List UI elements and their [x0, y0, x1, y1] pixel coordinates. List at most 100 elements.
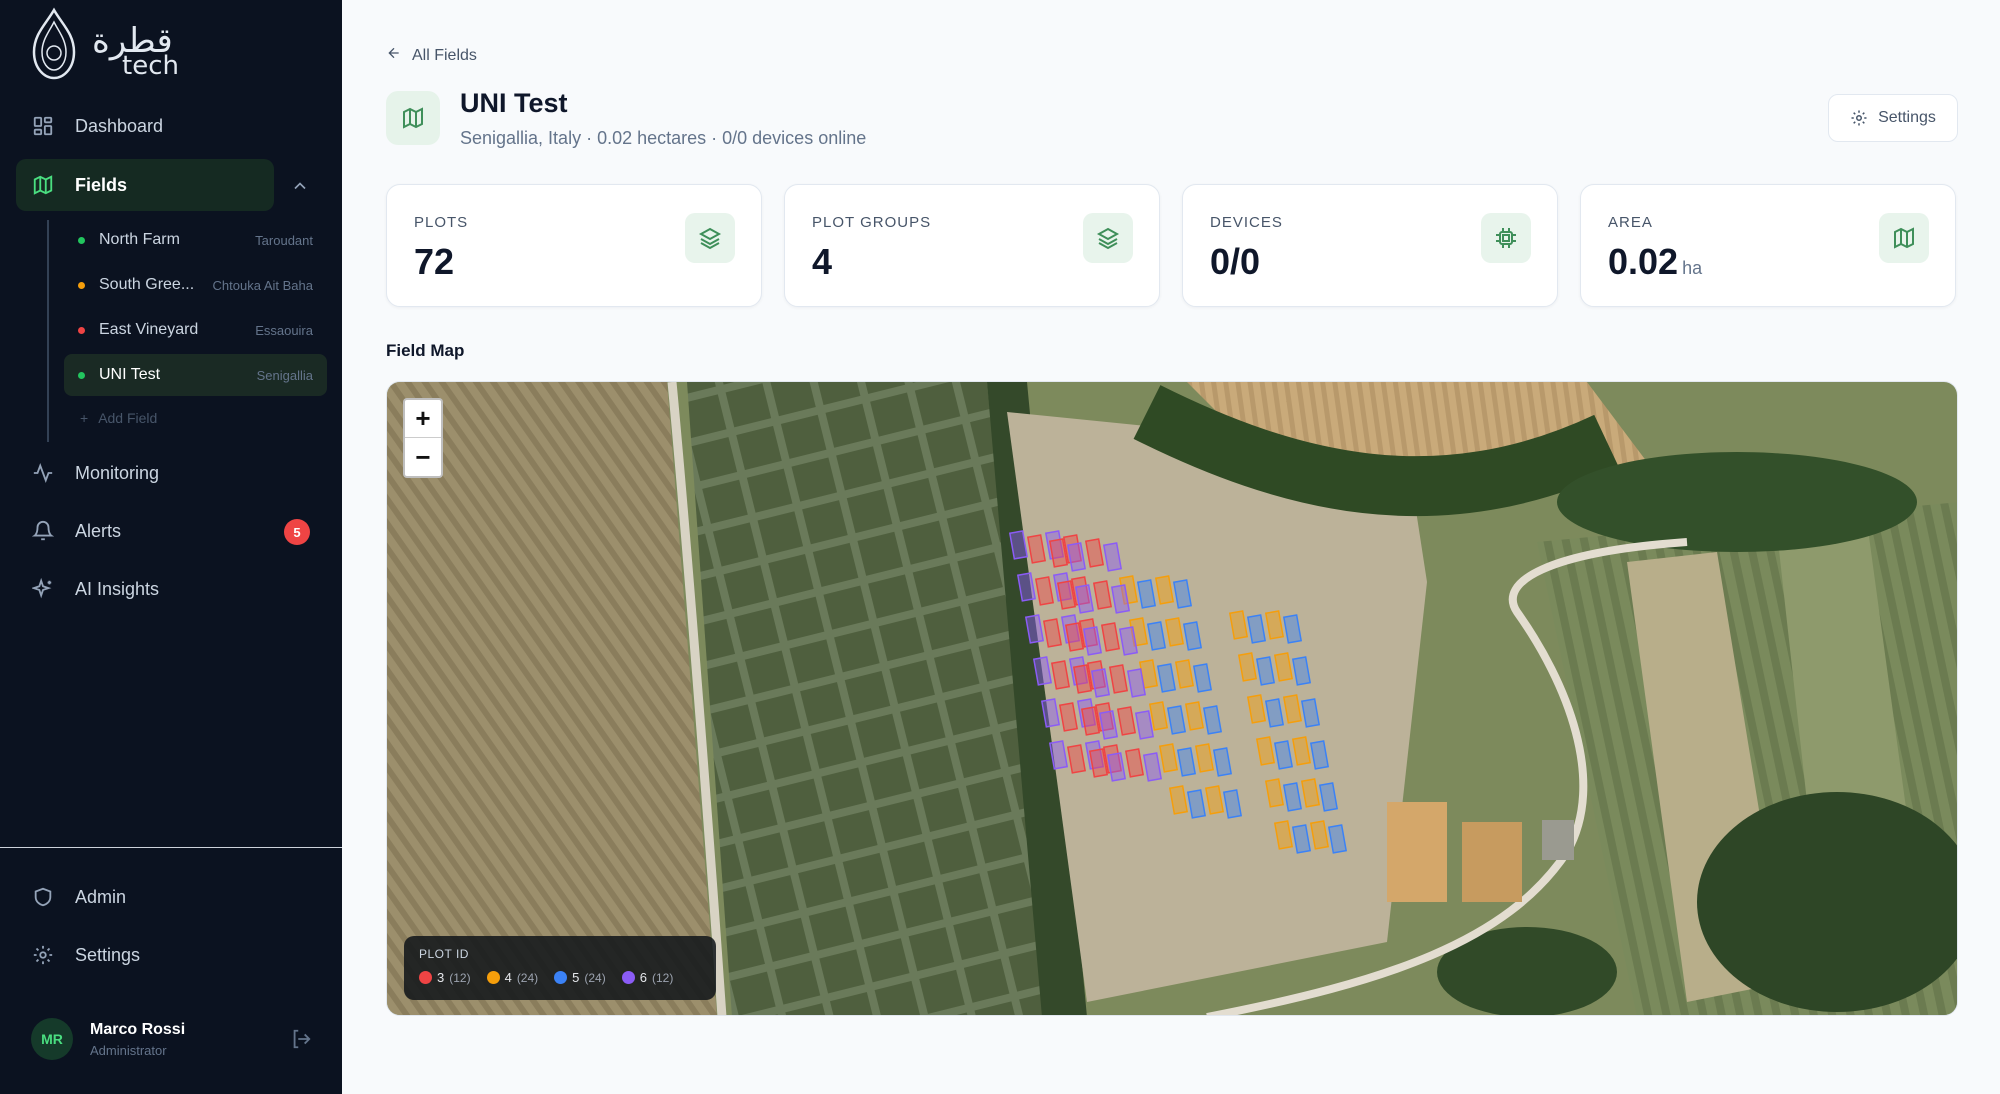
- nav-alerts[interactable]: Alerts: [16, 505, 274, 557]
- plot-polygon[interactable]: [1184, 701, 1205, 731]
- nav-ai-insights[interactable]: AI Insights: [16, 563, 274, 615]
- plot-polygon[interactable]: [1300, 698, 1321, 728]
- plot-polygon[interactable]: [1176, 747, 1197, 777]
- plot-polygon[interactable]: [1318, 782, 1339, 812]
- nav-fields[interactable]: Fields: [16, 159, 274, 211]
- chevron-up-icon[interactable]: [290, 176, 310, 196]
- plot-polygon[interactable]: [1291, 736, 1312, 766]
- plot-polygon[interactable]: [1166, 705, 1187, 735]
- plot-polygon[interactable]: [1032, 656, 1053, 686]
- plot-polygon[interactable]: [1136, 579, 1157, 609]
- plot-polygon[interactable]: [1058, 702, 1079, 732]
- plot-polygon[interactable]: [1164, 617, 1185, 647]
- zoom-out-button[interactable]: −: [405, 438, 441, 476]
- plot-polygon[interactable]: [1050, 660, 1071, 690]
- plot-polygon[interactable]: [1074, 584, 1095, 614]
- nav-settings[interactable]: Settings: [16, 929, 274, 981]
- plot-polygon[interactable]: [1300, 778, 1321, 808]
- plot-polygon[interactable]: [1309, 820, 1330, 850]
- plot-polygon[interactable]: [1186, 789, 1207, 819]
- plot-polygon[interactable]: [1142, 752, 1163, 782]
- settings-button-label: Settings: [1878, 109, 1936, 126]
- avatar: MR: [31, 1018, 73, 1060]
- plot-polygon[interactable]: [1327, 824, 1348, 854]
- plot-polygon[interactable]: [1066, 542, 1087, 572]
- plot-polygon[interactable]: [1246, 694, 1267, 724]
- plot-polygon[interactable]: [1048, 740, 1069, 770]
- user-profile[interactable]: MR Marco Rossi Administrator: [31, 1018, 321, 1060]
- plot-polygon[interactable]: [1124, 748, 1145, 778]
- plot-polygon[interactable]: [1116, 706, 1137, 736]
- nav-dashboard[interactable]: Dashboard: [16, 100, 274, 152]
- field-map[interactable]: + − PLOT ID 3 (12) 4 (24) 5 (24) 6 (12): [386, 381, 1958, 1016]
- plot-polygon[interactable]: [1222, 789, 1243, 819]
- plot-polygon[interactable]: [1042, 618, 1063, 648]
- field-item-south-gree[interactable]: South Gree... Chtouka Ait Baha: [64, 264, 327, 306]
- plot-polygon[interactable]: [1291, 824, 1312, 854]
- plot-polygon[interactable]: [1194, 743, 1215, 773]
- nav-monitoring[interactable]: Monitoring: [16, 447, 274, 499]
- plot-polygon[interactable]: [1158, 743, 1179, 773]
- plot-polygon[interactable]: [1026, 534, 1047, 564]
- plot-polygon[interactable]: [1172, 579, 1193, 609]
- plot-polygon[interactable]: [1255, 656, 1276, 686]
- plot-polygon[interactable]: [1182, 621, 1203, 651]
- plot-polygon[interactable]: [1255, 736, 1276, 766]
- field-item-east-vineyard[interactable]: East Vineyard Essaouira: [64, 309, 327, 351]
- plot-polygon[interactable]: [1102, 542, 1123, 572]
- plot-polygon[interactable]: [1008, 530, 1029, 560]
- plot-polygon[interactable]: [1212, 747, 1233, 777]
- legend-id: 3: [437, 970, 445, 985]
- zoom-in-button[interactable]: +: [405, 400, 441, 438]
- plot-polygon[interactable]: [1264, 778, 1285, 808]
- plot-polygon[interactable]: [1192, 663, 1213, 693]
- plot-polygon[interactable]: [1282, 694, 1303, 724]
- add-field-button[interactable]: + Add Field: [80, 410, 157, 426]
- plot-polygon[interactable]: [1264, 698, 1285, 728]
- plot-polygon[interactable]: [1134, 710, 1155, 740]
- plot-polygon[interactable]: [1202, 705, 1223, 735]
- plot-polygon[interactable]: [1098, 710, 1119, 740]
- plot-polygon[interactable]: [1273, 652, 1294, 682]
- plot-polygon[interactable]: [1024, 614, 1045, 644]
- plot-polygon[interactable]: [1084, 538, 1105, 568]
- nav-alerts-label: Alerts: [75, 520, 122, 541]
- plot-polygon[interactable]: [1082, 626, 1103, 656]
- plot-polygon[interactable]: [1106, 752, 1127, 782]
- plot-polygon[interactable]: [1034, 576, 1055, 606]
- plot-polygon[interactable]: [1237, 652, 1258, 682]
- plot-polygon[interactable]: [1264, 610, 1285, 640]
- field-item-north-farm[interactable]: North Farm Taroudant: [64, 219, 327, 261]
- plot-polygon[interactable]: [1066, 744, 1087, 774]
- plot-polygon[interactable]: [1154, 575, 1175, 605]
- plot-polygon[interactable]: [1108, 664, 1129, 694]
- back-link[interactable]: All Fields: [386, 45, 477, 66]
- plot-polygon[interactable]: [1100, 622, 1121, 652]
- plot-polygon[interactable]: [1090, 668, 1111, 698]
- plot-polygon[interactable]: [1273, 820, 1294, 850]
- plot-polygon[interactable]: [1156, 663, 1177, 693]
- nav-admin[interactable]: Admin: [16, 871, 274, 923]
- logout-icon[interactable]: [290, 1028, 312, 1050]
- brand-logo[interactable]: قطرة tech: [26, 6, 196, 82]
- plot-polygon[interactable]: [1273, 740, 1294, 770]
- plot-polygon[interactable]: [1016, 572, 1037, 602]
- plot-polygon[interactable]: [1040, 698, 1061, 728]
- plot-polygon[interactable]: [1228, 610, 1249, 640]
- settings-button[interactable]: Settings: [1828, 94, 1958, 142]
- nav-admin-label: Admin: [75, 886, 127, 907]
- plot-polygon[interactable]: [1282, 782, 1303, 812]
- plot-polygon[interactable]: [1282, 614, 1303, 644]
- field-name: UNI Test: [99, 366, 161, 383]
- plot-polygon[interactable]: [1168, 785, 1189, 815]
- field-item-uni-test[interactable]: UNI Test Senigallia: [64, 354, 327, 396]
- plot-polygon[interactable]: [1146, 621, 1167, 651]
- plot-polygon[interactable]: [1246, 614, 1267, 644]
- plot-polygon[interactable]: [1092, 580, 1113, 610]
- plot-polygon[interactable]: [1309, 740, 1330, 770]
- plot-polygon[interactable]: [1148, 701, 1169, 731]
- plot-polygon[interactable]: [1204, 785, 1225, 815]
- plot-polygon[interactable]: [1291, 656, 1312, 686]
- legend-swatch: [419, 971, 432, 984]
- plot-polygon[interactable]: [1174, 659, 1195, 689]
